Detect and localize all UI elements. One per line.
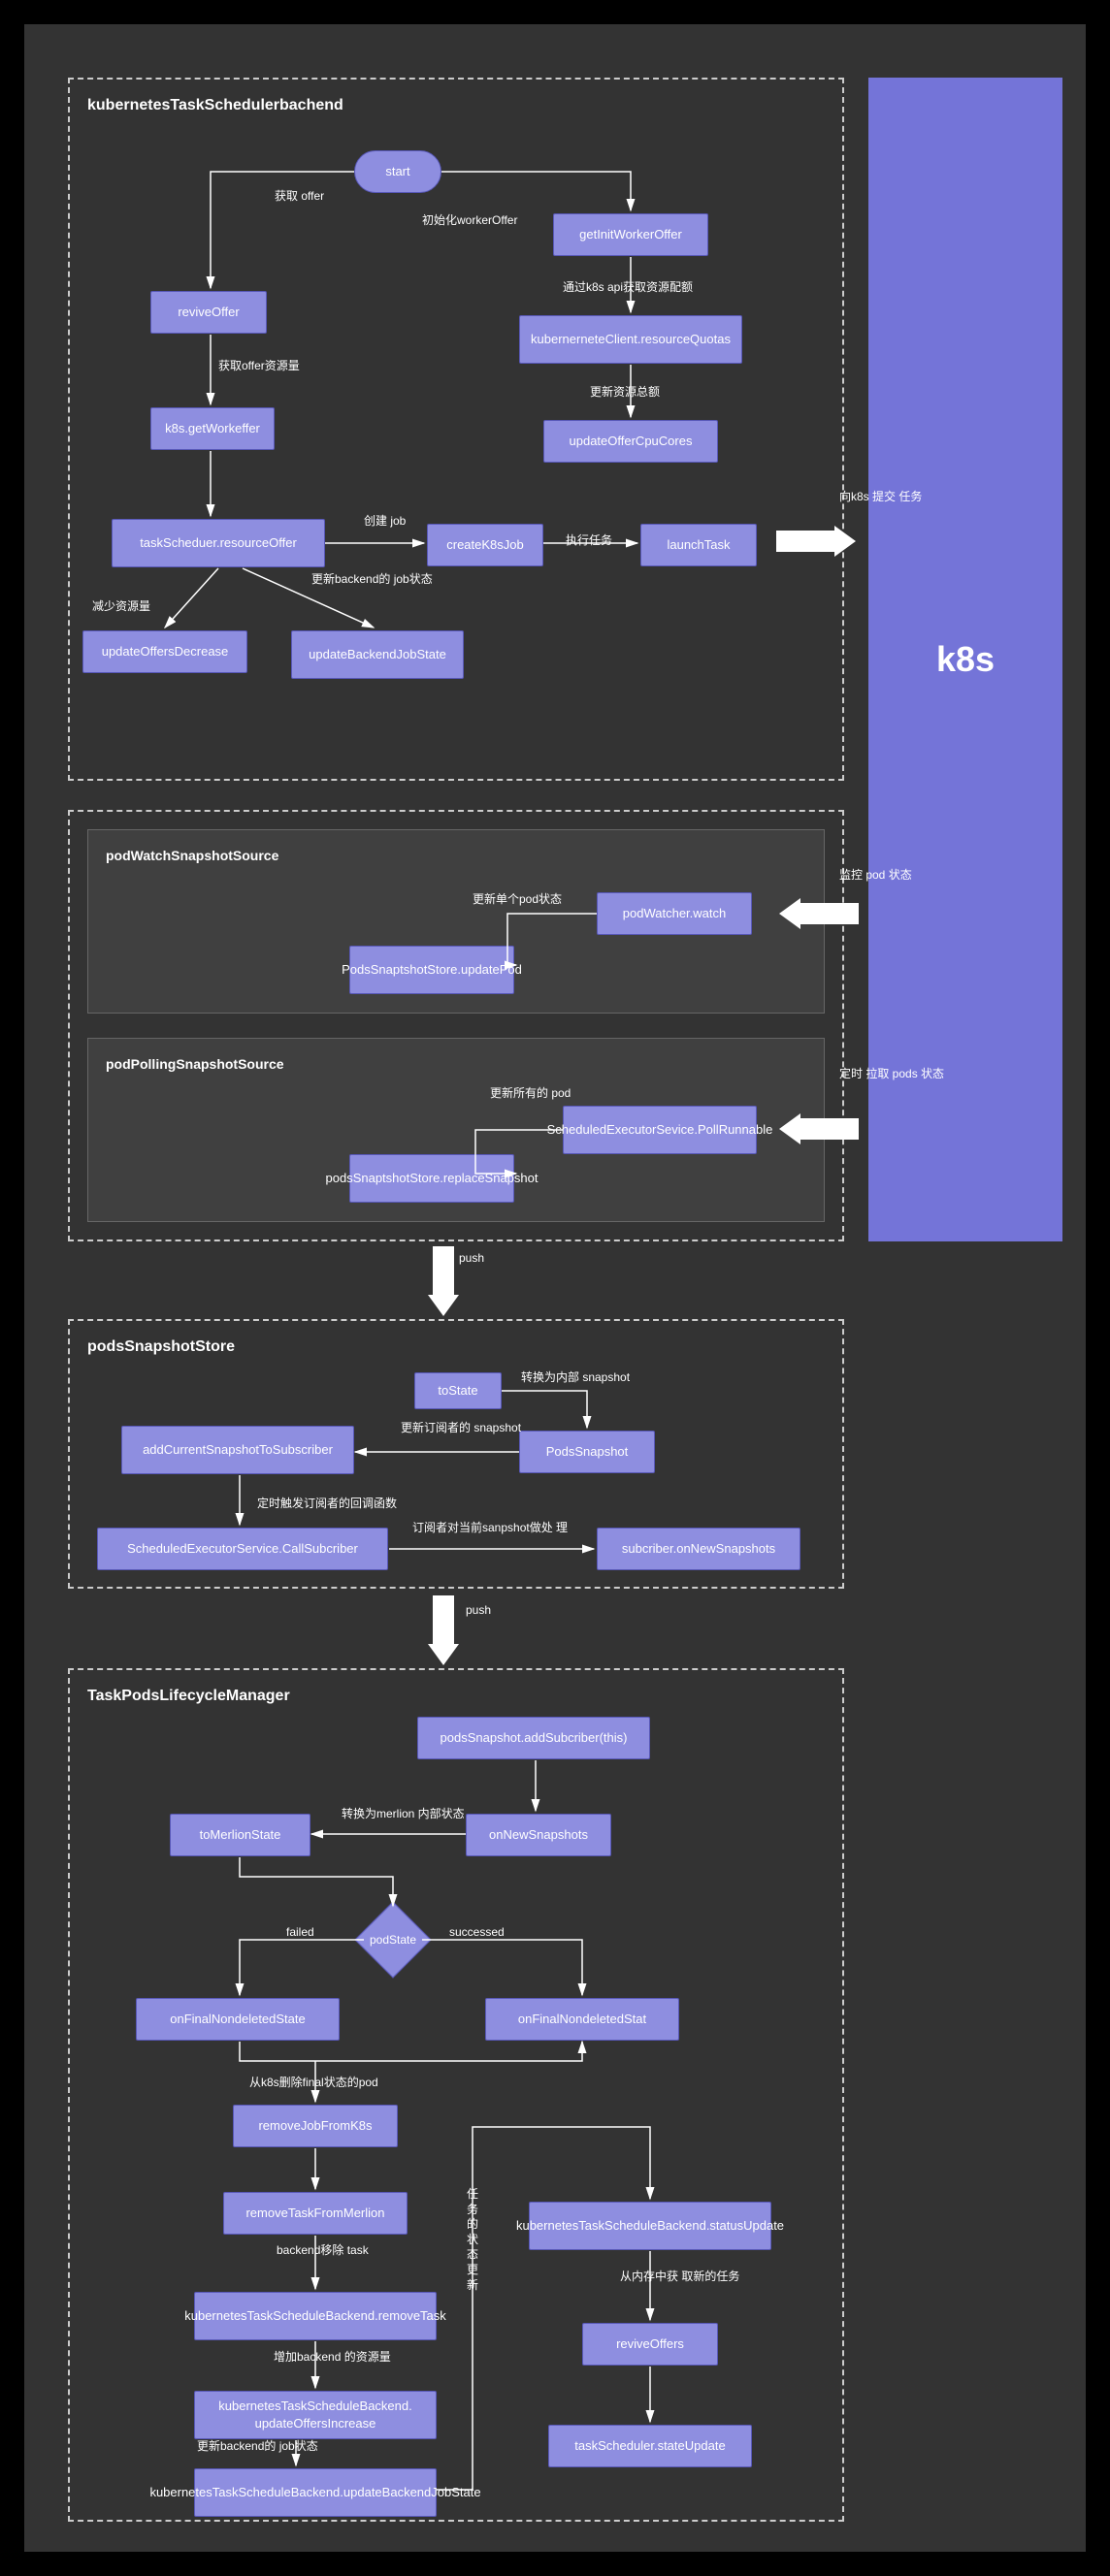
lbl: 创建 job (364, 514, 406, 530)
lbl: 通过k8s api获取资源配额 (563, 280, 693, 296)
group-title: kubernetesTaskSchedulerbachend (87, 97, 343, 114)
lbl: push (459, 1251, 484, 1267)
node-onNewSnapshots: onNewSnapshots (466, 1814, 611, 1856)
arrow-from-k8s-poll (800, 1118, 859, 1140)
node-createK8sJob: createK8sJob (427, 524, 543, 566)
node-podWatcherWatch: podWatcher.watch (597, 892, 752, 935)
node-getInitWorkerOffer: getInitWorkerOffer (553, 213, 708, 256)
node-resourceQuotas: kubernerneteClient.resourceQuotas (519, 315, 742, 364)
lbl: backend移除 task (277, 2243, 369, 2259)
lbl: 更新backend的 job状态 (197, 2439, 318, 2455)
node-onFinalNondeletedStat: onFinalNondeletedStat (485, 1998, 679, 2041)
lbl: 监控 pod 状态 (839, 868, 912, 884)
node-updateBackendJobState2: kubernetesTaskScheduleBackend.updateBack… (194, 2468, 437, 2517)
node-onFinalNondeletedState: onFinalNondeletedState (136, 1998, 340, 2041)
node-podsSnapshot: PodsSnapshot (519, 1431, 655, 1473)
lbl: 更新订阅者的 snapshot (401, 1421, 521, 1436)
node-start: start (354, 150, 441, 193)
subgroup-title: podWatchSnapshotSource (106, 848, 278, 863)
node-updateBackendJobState: updateBackendJobState (291, 630, 464, 679)
node-callSubscriber: ScheduledExecutorService.CallSubcriber (97, 1528, 388, 1570)
flowchart-canvas: k8s kubernetesTaskSchedulerbachend start… (0, 0, 1110, 2576)
lbl: 更新backend的 job状态 (311, 572, 433, 588)
lbl: successed (449, 1925, 505, 1941)
node-toState: toState (414, 1372, 502, 1409)
lbl: push (466, 1603, 491, 1619)
node-toMerlionState: toMerlionState (170, 1814, 310, 1856)
lbl: 获取 offer (275, 189, 324, 205)
outer-container: k8s kubernetesTaskSchedulerbachend start… (24, 24, 1086, 2552)
node-removeJobFromK8s: removeJobFromK8s (233, 2105, 398, 2147)
group-lifecycle-manager: TaskPodsLifecycleManager (68, 1668, 844, 2522)
node-removeTaskFromMerlion: removeTaskFromMerlion (223, 2192, 408, 2235)
node-launchTask: launchTask (640, 524, 757, 566)
subgroup-title: podPollingSnapshotSource (106, 1056, 284, 1072)
lbl: failed (286, 1925, 314, 1941)
lbl: 减少资源量 (92, 599, 150, 615)
node-subcriberOnNew: subcriber.onNewSnapshots (597, 1528, 800, 1570)
arrow-push-2 (433, 1595, 454, 1644)
node-updateOffersDecrease: updateOffersDecrease (82, 630, 247, 673)
node-reviveOffer: reviveOffer (150, 291, 267, 334)
lbl: 初始化workerOffer (422, 213, 517, 229)
node-addCurrentSnapshot: addCurrentSnapshotToSubscriber (121, 1426, 354, 1474)
group-title: TaskPodsLifecycleManager (87, 1688, 290, 1705)
lbl: 从k8s删除final状态的pod (249, 2076, 378, 2091)
lbl: 增加backend 的资源量 (274, 2350, 391, 2366)
lbl: 任 务 的 状 态 更 新 (466, 2187, 479, 2293)
lbl: 转换为merlion 内部状态 (342, 1807, 465, 1822)
node-podState: podState (354, 1901, 432, 1979)
group-title: podsSnapshotStore (87, 1338, 235, 1356)
lbl: 定时触发订阅者的回调函数 (257, 1497, 397, 1512)
node-addSubscriber: podsSnapshot.addSubcriber(this) (417, 1717, 650, 1759)
node-updateOfferCpuCores: updateOfferCpuCores (543, 420, 718, 463)
lbl: 从内存中获 取新的任务 (620, 2270, 739, 2285)
node-replaceSnapshot: podsSnaptshotStore.replaceSnapshot (349, 1154, 514, 1203)
arrow-to-k8s (776, 531, 834, 552)
node-statusUpdate: kubernetesTaskScheduleBackend.statusUpda… (529, 2202, 771, 2250)
node-stateUpdate: taskScheduler.stateUpdate (548, 2425, 752, 2467)
node-getWorkeffer: k8s.getWorkeffer (150, 407, 275, 450)
lbl: 更新资源总额 (590, 385, 660, 401)
lbl: 向k8s 提交 任务 (839, 490, 922, 505)
lbl: 获取offer资源量 (218, 359, 300, 374)
node-removeTask: kubernetesTaskScheduleBackend.removeTask (194, 2292, 437, 2340)
lbl: 转换为内部 snapshot (521, 1370, 630, 1386)
lbl: 更新单个pod状态 (473, 892, 562, 908)
lbl: 定时 拉取 pods 状态 (839, 1067, 944, 1082)
lbl: 订阅者对当前sanpshot做处 理 (412, 1521, 568, 1536)
arrow-push-1 (433, 1246, 454, 1295)
node-resourceOffer: taskScheduer.resourceOffer (112, 519, 325, 567)
node-reviveOffers: reviveOffers (582, 2323, 718, 2366)
node-scheduledPoll: ScheduledExecutorSevice.PollRunnable (563, 1106, 757, 1154)
lbl: 执行任务 (566, 533, 612, 549)
node-updatePod: PodsSnaptshotStore.updatePod (349, 946, 514, 994)
node-updateOffersIncrease: kubernetesTaskScheduleBackend. updateOff… (194, 2391, 437, 2439)
lbl: 更新所有的 pod (490, 1086, 571, 1102)
arrow-from-k8s-watch (800, 903, 859, 924)
